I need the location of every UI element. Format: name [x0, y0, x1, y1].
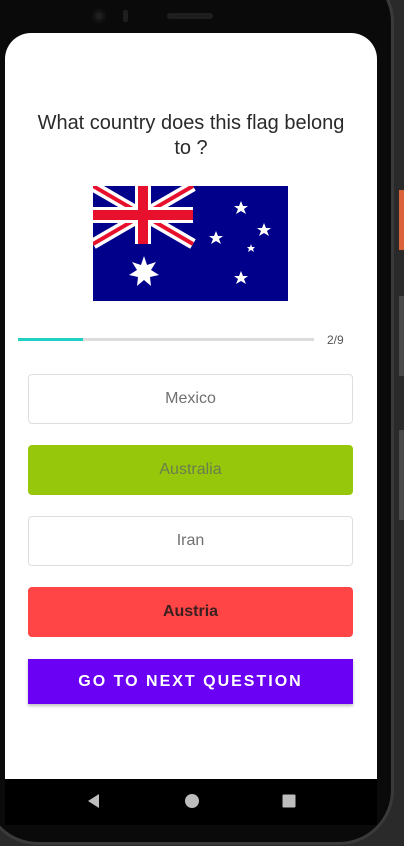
- sensor-icon: [123, 10, 128, 22]
- speaker-grille: [167, 13, 213, 19]
- answer-option[interactable]: Mexico: [28, 374, 353, 424]
- recents-icon[interactable]: [281, 793, 297, 809]
- australia-flag-icon: [93, 186, 288, 301]
- home-icon[interactable]: [184, 793, 200, 809]
- back-icon[interactable]: [86, 793, 102, 809]
- answer-option-correct[interactable]: Australia: [28, 445, 353, 495]
- progress-fill: [18, 338, 84, 341]
- question-text: What country does this flag belong to ?: [37, 112, 345, 159]
- navigation-bar: [5, 779, 377, 825]
- app-screen: What country does this flag belong to ? …: [5, 33, 377, 779]
- next-question-button[interactable]: GO TO NEXT QUESTION: [28, 659, 353, 704]
- answer-option[interactable]: Iran: [28, 516, 353, 566]
- side-button: [399, 190, 404, 250]
- side-button: [399, 296, 404, 376]
- progress-label: 2/9: [327, 333, 344, 347]
- progress-bar: [18, 338, 314, 341]
- camera-icon: [92, 9, 106, 23]
- answer-option-wrong[interactable]: Austria: [28, 587, 353, 637]
- side-button: [399, 430, 404, 520]
